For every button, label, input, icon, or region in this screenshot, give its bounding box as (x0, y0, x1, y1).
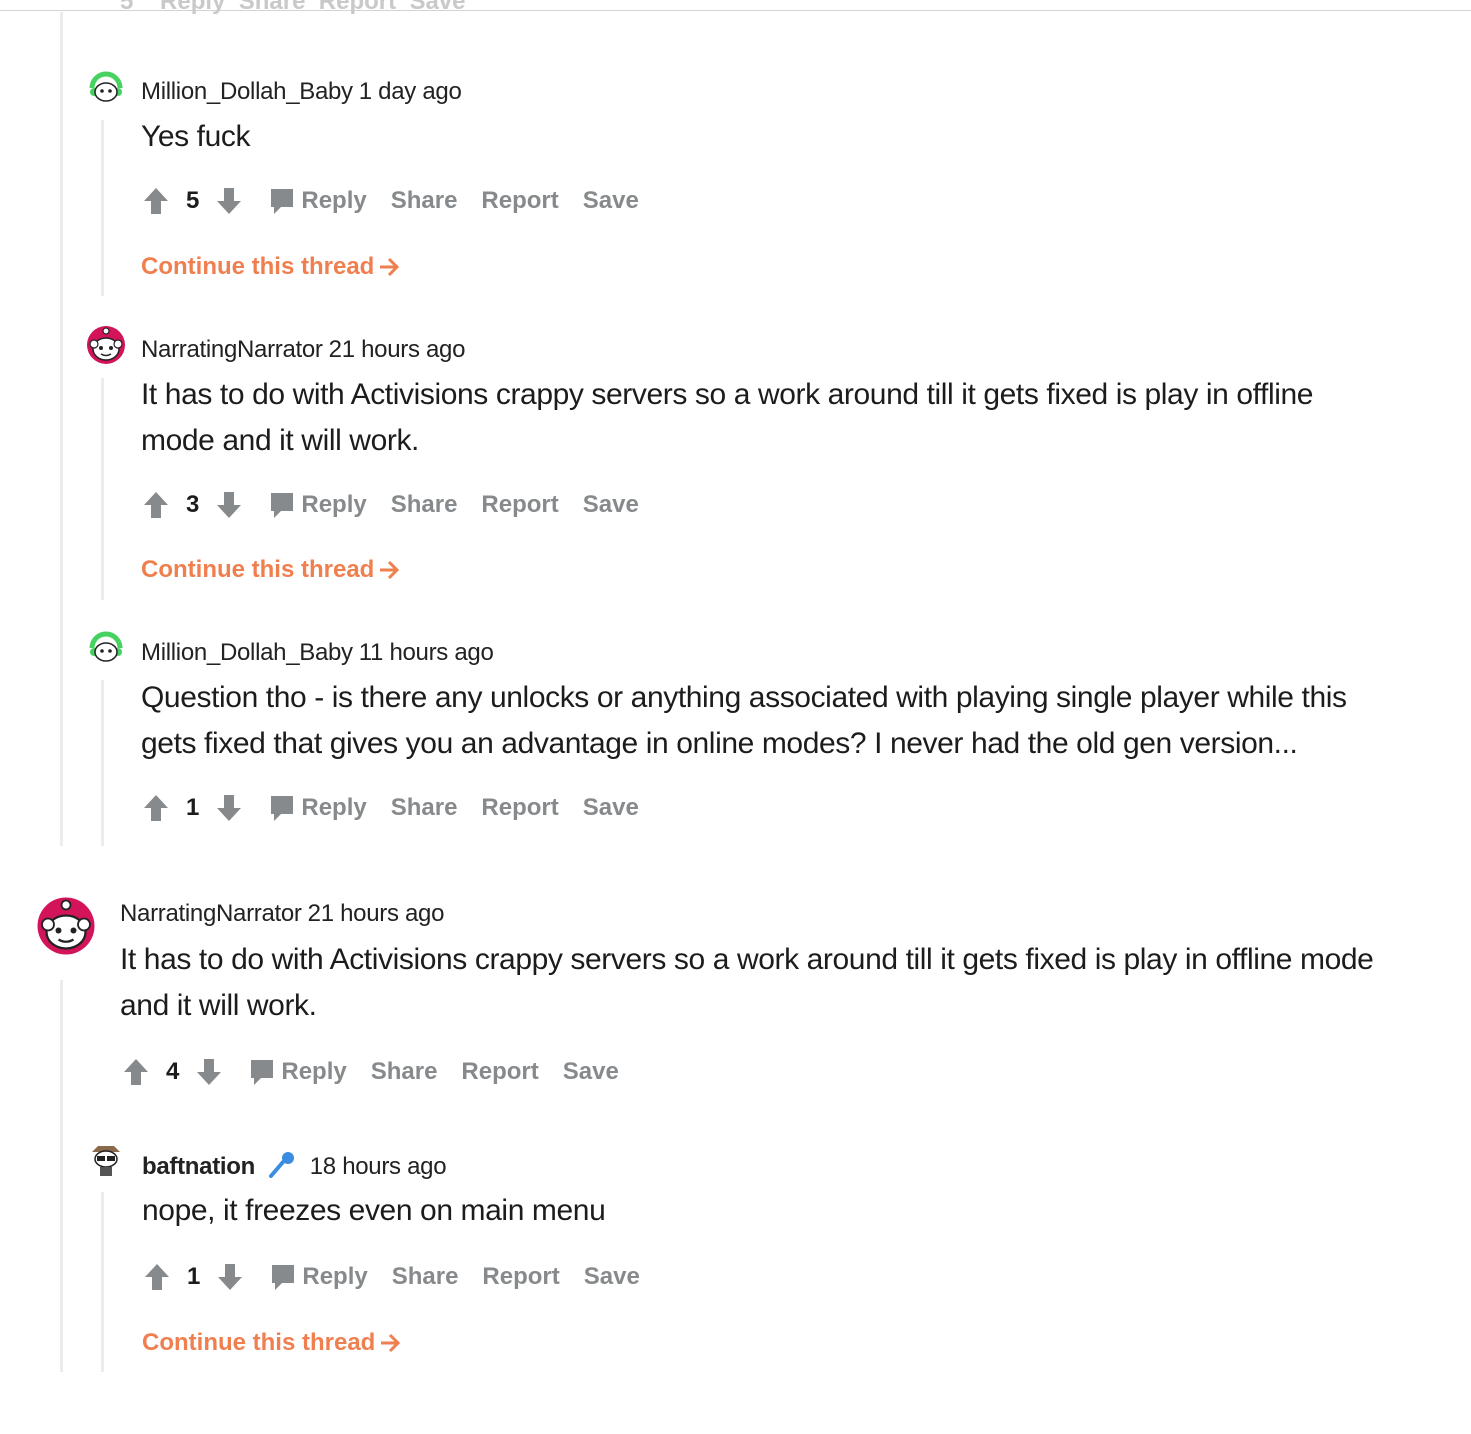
comment-actions: 1 Reply Share Report Save (143, 1262, 640, 1292)
vote-count: 1 (186, 794, 200, 821)
timestamp[interactable]: 18 hours ago (310, 1153, 447, 1180)
reply-button[interactable]: Reply (249, 1058, 347, 1086)
author-link[interactable]: Million_Dollah_Baby (141, 78, 353, 105)
comment-bubble-icon (270, 1263, 296, 1291)
thread-line[interactable] (60, 980, 63, 1372)
continue-thread-link[interactable]: Continue this thread (141, 253, 400, 281)
cut-off-action-row: 5 Reply Share Report Save (120, 0, 466, 15)
timestamp[interactable]: 1 day ago (359, 78, 462, 105)
continue-label: Continue this thread (142, 1329, 376, 1356)
share-button[interactable]: Share (391, 794, 458, 822)
author-link[interactable]: NarratingNarrator (120, 900, 302, 927)
reply-label: Reply (301, 794, 367, 821)
comment-bubble-icon (269, 794, 295, 822)
vote-count: 4 (166, 1058, 180, 1085)
comment-body: nope, it freezes even on main menu (142, 1194, 606, 1227)
comment-body: It has to do with Activisions crappy ser… (120, 943, 1374, 1022)
share-button[interactable]: Share (392, 1263, 459, 1291)
comment-meta: Million_Dollah_Baby 1 day ago (141, 78, 462, 106)
share-button[interactable]: Share (391, 491, 458, 519)
reply-label: Reply (301, 187, 367, 214)
share-button[interactable]: Share (391, 187, 458, 215)
snoo-green-avatar-icon[interactable] (86, 68, 126, 108)
vote-count: 1 (187, 1263, 201, 1290)
snoo-pink-avatar-icon[interactable] (36, 896, 96, 956)
downvote-icon[interactable] (215, 793, 243, 823)
comment-meta: NarratingNarrator 21 hours ago (141, 336, 465, 364)
comment-meta: NarratingNarrator 21 hours ago (120, 900, 444, 928)
microphone-icon (267, 1150, 297, 1180)
comment-meta: baftnation 18 hours ago (142, 1150, 447, 1181)
reply-label: Reply (281, 1058, 347, 1085)
comment-body: Yes fuck (141, 120, 251, 153)
comment-actions: 1 Reply Share Report Save (142, 793, 639, 823)
upvote-icon[interactable] (122, 1057, 150, 1087)
comment-actions: 4 Reply Share Report Save (122, 1057, 619, 1087)
downvote-icon[interactable] (215, 490, 243, 520)
timestamp[interactable]: 21 hours ago (308, 900, 445, 927)
continue-thread-link[interactable]: Continue this thread (141, 556, 400, 584)
report-button[interactable]: Report (461, 1058, 538, 1086)
reply-label: Reply (302, 1263, 368, 1290)
share-button[interactable]: Share (371, 1058, 438, 1086)
thread-line[interactable] (101, 378, 104, 600)
report-button[interactable]: Report (481, 491, 558, 519)
upvote-icon[interactable] (142, 186, 170, 216)
timestamp[interactable]: 21 hours ago (329, 336, 466, 363)
comment-bubble-icon (249, 1058, 275, 1086)
snoo-green-avatar-icon[interactable] (86, 628, 126, 668)
comment-actions: 5 Reply Share Report Save (142, 186, 639, 216)
thread-line-outer[interactable] (60, 12, 63, 846)
author-link[interactable]: baftnation (142, 1153, 255, 1180)
report-button[interactable]: Report (481, 794, 558, 822)
arrow-right-icon (378, 256, 400, 278)
continue-label: Continue this thread (141, 253, 375, 280)
reply-button[interactable]: Reply (269, 794, 367, 822)
author-link[interactable]: Million_Dollah_Baby (141, 639, 353, 666)
comment-body: It has to do with Activisions crappy ser… (141, 378, 1314, 457)
thread-line[interactable] (101, 1192, 104, 1372)
timestamp[interactable]: 11 hours ago (359, 639, 494, 666)
reply-button[interactable]: Reply (269, 491, 367, 519)
snoo-cowboy-avatar-icon[interactable] (86, 1132, 126, 1182)
thread-line[interactable] (101, 120, 104, 296)
save-button[interactable]: Save (583, 794, 639, 822)
downvote-icon[interactable] (215, 186, 243, 216)
upvote-icon[interactable] (142, 793, 170, 823)
vote-count: 5 (186, 187, 200, 214)
reply-button[interactable]: Reply (269, 187, 367, 215)
thread-line[interactable] (101, 680, 104, 846)
arrow-right-icon (378, 559, 400, 581)
save-button[interactable]: Save (583, 491, 639, 519)
save-button[interactable]: Save (563, 1058, 619, 1086)
comment-bubble-icon (269, 187, 295, 215)
upvote-icon[interactable] (142, 490, 170, 520)
comment-actions: 3 Reply Share Report Save (142, 490, 639, 520)
downvote-icon[interactable] (195, 1057, 223, 1087)
author-link[interactable]: NarratingNarrator (141, 336, 323, 363)
continue-label: Continue this thread (141, 556, 375, 583)
report-button[interactable]: Report (481, 187, 558, 215)
upvote-icon[interactable] (143, 1262, 171, 1292)
vote-count: 3 (186, 491, 200, 518)
reply-label: Reply (301, 491, 367, 518)
snoo-pink-avatar-icon[interactable] (86, 325, 126, 365)
comment-body: Question tho - is there any unlocks or a… (141, 681, 1347, 760)
report-button[interactable]: Report (482, 1263, 559, 1291)
save-button[interactable]: Save (583, 187, 639, 215)
arrow-right-icon (379, 1332, 401, 1354)
reply-button[interactable]: Reply (270, 1263, 368, 1291)
save-button[interactable]: Save (584, 1263, 640, 1291)
continue-thread-link[interactable]: Continue this thread (142, 1329, 401, 1357)
comment-bubble-icon (269, 491, 295, 519)
comment-meta: Million_Dollah_Baby 11 hours ago (141, 639, 494, 667)
downvote-icon[interactable] (216, 1262, 244, 1292)
